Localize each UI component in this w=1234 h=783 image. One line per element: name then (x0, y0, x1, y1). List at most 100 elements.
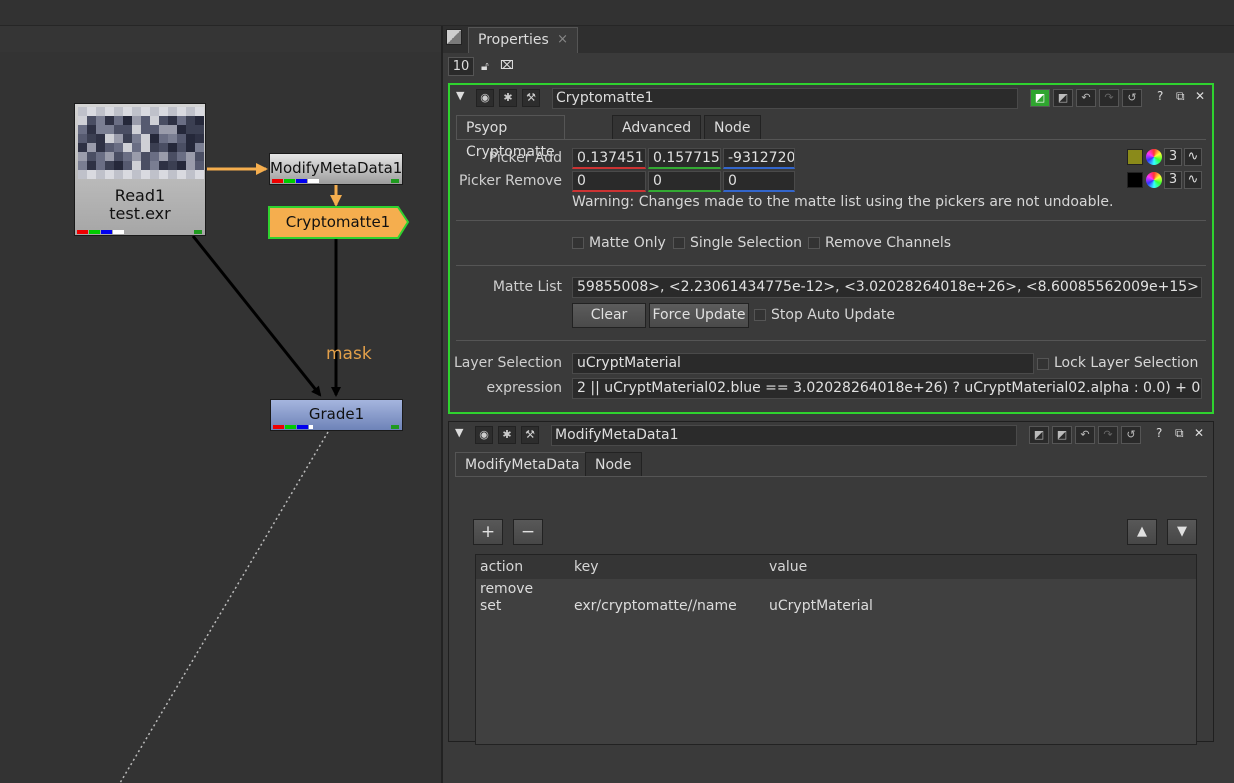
table-row[interactable]: remove (476, 581, 1196, 598)
picker-remove-swatch[interactable] (1127, 172, 1143, 188)
lock-icon[interactable]: 🔓︎ (481, 59, 489, 74)
thumbnail-pixel (168, 143, 177, 152)
color-wheel-icon[interactable] (1146, 149, 1162, 165)
curve-icon[interactable]: ∿ (1184, 171, 1202, 189)
node-graph[interactable]: Read1 test.exr ModifyMetaData1 Cryptomat… (0, 52, 441, 783)
force-update-button[interactable]: Force Update (649, 303, 749, 328)
node-name-field[interactable]: ModifyMetaData1 (551, 425, 1017, 446)
revert-icon[interactable]: ↺ (1122, 89, 1142, 107)
camera-icon[interactable]: ✱ (498, 426, 516, 444)
tab-advanced[interactable]: Advanced (612, 115, 702, 139)
thumbnail-pixel (150, 161, 159, 170)
collapse-icon[interactable]: ▼ (455, 426, 463, 439)
thumbnail-pixel (87, 116, 96, 125)
thumbnail-pixel (186, 170, 195, 179)
tab-body-divider (456, 139, 1206, 140)
clear-button[interactable]: Clear (572, 303, 646, 328)
help-icon[interactable]: ? (1156, 426, 1162, 440)
move-up-button[interactable]: ▲ (1127, 519, 1157, 545)
redo-icon[interactable]: ↷ (1099, 89, 1119, 107)
column-key[interactable]: key (574, 559, 599, 575)
camera-icon[interactable]: ✱ (499, 89, 517, 107)
thumbnail-pixel (186, 134, 195, 143)
thumbnail-pixel (87, 107, 96, 116)
close-icon[interactable]: ✕ (1195, 89, 1205, 103)
thumbnail-pixel (141, 107, 150, 116)
thumbnail-pixel (150, 152, 159, 161)
wrench-icon[interactable]: ⚒ (522, 89, 540, 107)
column-value[interactable]: value (769, 559, 807, 575)
curve-icon[interactable]: ∿ (1184, 148, 1202, 166)
max-panels-field[interactable]: 10 (448, 57, 474, 76)
tab-modifymetadata[interactable]: ModifyMetaData (455, 452, 590, 476)
mask-label: mask (326, 344, 372, 364)
thumbnail-pixel (195, 107, 204, 116)
collapse-icon[interactable]: ▼ (456, 89, 464, 102)
thumbnail-pixel (132, 143, 141, 152)
read-node[interactable]: Read1 test.exr (74, 103, 206, 236)
thumbnail-pixel (105, 125, 114, 134)
move-down-button[interactable]: ▼ (1167, 519, 1197, 545)
picker-remove-r[interactable]: 0 (572, 171, 646, 192)
picker-remove-b[interactable]: 0 (723, 171, 795, 192)
wrench-icon[interactable]: ⚒ (521, 426, 539, 444)
redo-icon[interactable]: ↷ (1098, 426, 1118, 444)
picker-add-r[interactable]: 0.137451 (572, 148, 646, 169)
close-icon[interactable]: × (557, 28, 568, 52)
picker-add-channels[interactable]: 3 (1164, 148, 1182, 166)
picker-remove-g[interactable]: 0 (648, 171, 721, 192)
column-action[interactable]: action (480, 559, 523, 575)
thumbnail-pixel (159, 125, 168, 134)
font-color-icon[interactable]: ◩ (1052, 426, 1072, 444)
node-name-field[interactable]: Cryptomatte1 (552, 88, 1018, 109)
matte-only-checkbox[interactable] (572, 237, 584, 249)
thumbnail-pixel (168, 107, 177, 116)
blue-channel-chip (101, 230, 112, 234)
single-selection-checkbox[interactable] (673, 237, 685, 249)
thumbnail-pixel (123, 134, 132, 143)
picker-add-swatch[interactable] (1127, 149, 1143, 165)
picker-remove-channels[interactable]: 3 (1164, 171, 1182, 189)
float-icon[interactable]: ⧉ (1175, 426, 1184, 441)
tab-node[interactable]: Node (585, 452, 642, 476)
modifymetadata-node[interactable]: ModifyMetaData1 (269, 153, 403, 185)
picker-add-b[interactable]: -9312720 (723, 148, 795, 169)
pin-icon[interactable]: ⌧ (500, 58, 514, 72)
thumbnail-pixel (168, 134, 177, 143)
stop-auto-update-checkbox[interactable] (754, 309, 766, 321)
thumbnail-pixel (123, 170, 132, 179)
tab-node[interactable]: Node (704, 115, 761, 139)
alpha-channel-chip (113, 230, 124, 234)
undo-icon[interactable]: ↶ (1075, 426, 1095, 444)
thumbnail-pixel (105, 107, 114, 116)
undo-icon[interactable]: ↶ (1076, 89, 1096, 107)
node-color-icon[interactable]: ◩ (1030, 89, 1050, 107)
tab-properties[interactable]: Properties × (468, 27, 578, 53)
eye-icon[interactable]: ◉ (475, 426, 493, 444)
thumbnail-pixel (159, 161, 168, 170)
close-icon[interactable]: ✕ (1194, 426, 1204, 440)
red-channel-chip (77, 230, 88, 234)
eye-icon[interactable]: ◉ (476, 89, 494, 107)
remove-channels-checkbox[interactable] (808, 237, 820, 249)
matte-list-field[interactable]: 59855008>, <2.23061434775e-12>, <3.02028… (572, 277, 1202, 298)
thumbnail-pixel (87, 152, 96, 161)
lock-layer-selection-checkbox[interactable] (1037, 358, 1049, 370)
table-row[interactable]: set exr/cryptomatte//name uCryptMaterial (476, 598, 1196, 615)
picker-add-g[interactable]: 0.157715 (648, 148, 721, 169)
grade-node[interactable]: Grade1 (270, 399, 403, 431)
remove-row-button[interactable]: − (513, 519, 543, 545)
pane-menu-icon[interactable] (446, 29, 462, 45)
metadata-table[interactable]: action key value remove set exr/cryptoma… (475, 554, 1197, 745)
tab-psyop-cryptomatte[interactable]: Psyop Cryptomatte (456, 115, 565, 160)
add-row-button[interactable]: + (473, 519, 503, 545)
color-wheel-icon[interactable] (1146, 172, 1162, 188)
revert-icon[interactable]: ↺ (1121, 426, 1141, 444)
font-color-icon[interactable]: ◩ (1053, 89, 1073, 107)
expression-field[interactable]: 2 || uCryptMaterial02.blue == 3.02028264… (572, 378, 1202, 399)
help-icon[interactable]: ? (1157, 89, 1163, 103)
node-color-icon[interactable]: ◩ (1029, 426, 1049, 444)
float-icon[interactable]: ⧉ (1176, 89, 1185, 104)
thumbnail-pixel (177, 134, 186, 143)
layer-selection-field[interactable]: uCryptMaterial (572, 353, 1034, 374)
